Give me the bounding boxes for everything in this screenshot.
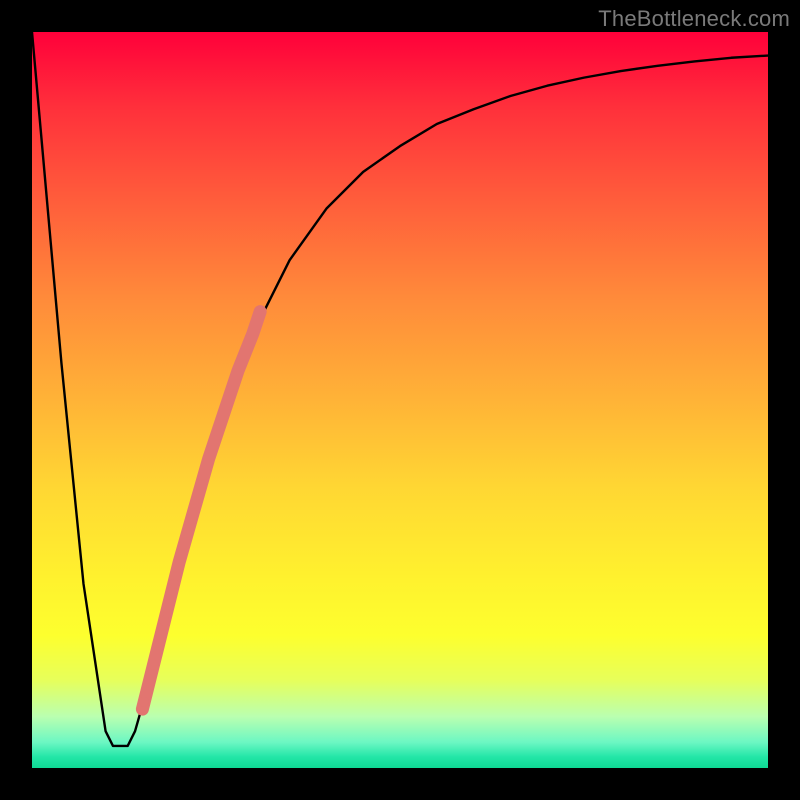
watermark-text: TheBottleneck.com: [598, 6, 790, 32]
highlight-segment: [142, 312, 260, 709]
chart-svg: [32, 32, 768, 768]
plot-area: [32, 32, 768, 768]
dot-marker: [159, 616, 169, 626]
dot-marker: [169, 579, 179, 589]
bottleneck-curve: [32, 32, 768, 746]
dot-marker: [139, 697, 149, 707]
chart-frame: TheBottleneck.com: [0, 0, 800, 800]
dot-marker: [148, 660, 158, 670]
